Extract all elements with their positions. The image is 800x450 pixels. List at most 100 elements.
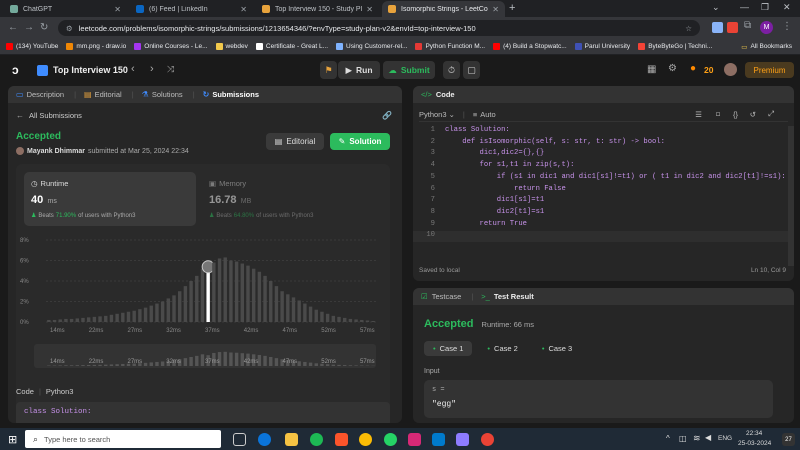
case-tab[interactable]: • Case 2	[478, 341, 526, 356]
notification-badge[interactable]: 27	[782, 433, 795, 446]
vscode-icon[interactable]	[432, 433, 445, 446]
bar[interactable]	[343, 317, 347, 322]
bar[interactable]	[297, 300, 301, 322]
bookmark-item[interactable]: webdev	[215, 43, 248, 50]
menu-kebab-icon[interactable]: ⋮	[782, 21, 792, 32]
bar[interactable]	[126, 311, 131, 322]
bar[interactable]	[69, 318, 74, 322]
bookmark-star-icon[interactable]: ☆	[685, 24, 692, 33]
bookmark-item[interactable]: Certificate - Great L...	[255, 43, 328, 50]
bar[interactable]	[325, 313, 330, 322]
bookmark-item[interactable]: (134) YouTube	[6, 43, 58, 50]
maximize-icon[interactable]: ❐	[761, 2, 769, 13]
reload-icon[interactable]: ↻	[40, 22, 48, 33]
browser-tab[interactable]: (6) Feed | LinkedIn ✕	[130, 1, 253, 17]
bar[interactable]	[223, 257, 227, 322]
bar[interactable]	[348, 318, 353, 322]
bar[interactable]	[331, 315, 336, 322]
bar[interactable]	[229, 260, 233, 323]
case-tab[interactable]: • Case 3	[533, 341, 581, 356]
bar[interactable]	[274, 286, 279, 322]
bookmark-item[interactable]: Using Customer-rel...	[336, 43, 407, 50]
site-info-icon[interactable]: ⚙	[66, 24, 73, 33]
bar[interactable]	[92, 316, 97, 322]
bar[interactable]	[104, 315, 108, 322]
browser-tab[interactable]: Isomorphic Strings - LeetCode ✕	[382, 1, 505, 17]
next-problem-icon[interactable]: ›	[150, 63, 154, 75]
solution-button[interactable]: ✎ Solution	[330, 133, 390, 150]
bar[interactable]	[286, 294, 290, 322]
bar[interactable]	[149, 305, 153, 322]
bar[interactable]	[98, 316, 102, 322]
leetcode-logo-icon[interactable]: ↄ	[12, 63, 24, 77]
share-link-icon[interactable]: 🔗	[382, 111, 392, 120]
submitter-avatar[interactable]	[16, 147, 24, 155]
bar[interactable]	[58, 319, 62, 322]
premium-button[interactable]: Premium	[745, 62, 794, 78]
bookmark-icon[interactable]: ⌑	[716, 110, 720, 119]
bar[interactable]	[308, 306, 313, 322]
network-icon[interactable]: ◫	[679, 434, 687, 443]
bookmark-item[interactable]: ByteByteGo | Techni...	[638, 43, 712, 50]
study-plan-title[interactable]: Top Interview 150	[53, 65, 128, 75]
case-tab[interactable]: • Case 1	[424, 341, 473, 356]
close-window-icon[interactable]: ✕	[783, 2, 791, 13]
bar[interactable]	[132, 310, 136, 322]
bar[interactable]	[337, 316, 341, 322]
bar[interactable]	[155, 303, 159, 322]
editor-scrollbar[interactable]	[788, 126, 794, 266]
bar[interactable]	[217, 258, 222, 322]
bar[interactable]	[314, 309, 318, 322]
url-input[interactable]: ⚙ leetcode.com/problems/isomorphic-strin…	[58, 20, 700, 36]
spotify-icon[interactable]	[310, 433, 323, 446]
close-tab-icon[interactable]: ✕	[114, 5, 121, 14]
bar[interactable]	[234, 261, 239, 322]
minimize-icon[interactable]: —	[740, 2, 749, 12]
system-tray-chevron-icon[interactable]: ^	[666, 434, 670, 443]
bar[interactable]	[354, 319, 358, 322]
bar[interactable]	[360, 319, 364, 322]
forward-icon[interactable]: →	[24, 22, 34, 33]
notes-icon[interactable]: ▢	[463, 61, 480, 79]
bar[interactable]	[195, 275, 199, 322]
arrow-left-icon[interactable]: ←	[16, 111, 24, 120]
taskbar-search-box[interactable]: ⌕ Type here to search	[25, 430, 221, 448]
profile-avatar[interactable]: M	[760, 21, 773, 34]
prev-problem-icon[interactable]: ‹	[131, 63, 135, 75]
run-button[interactable]: ▶ Run	[338, 61, 380, 79]
all-bookmarks-link[interactable]: All Bookmarks	[750, 43, 792, 50]
editorial-button[interactable]: ▤ Editorial	[266, 133, 324, 150]
bar[interactable]	[200, 268, 205, 322]
code-editor[interactable]: 1 class Solution: 2 def isIsomorphic(self,…	[413, 126, 794, 246]
dell-app-icon[interactable]	[258, 433, 271, 446]
volume-icon[interactable]: ◀	[705, 433, 711, 442]
settings-gear-icon[interactable]: ⚙	[668, 63, 677, 74]
clock-date[interactable]: 25-03-2024	[738, 440, 771, 447]
bookmark-item[interactable]: Python Function M...	[415, 43, 485, 50]
browser-tab[interactable]: Top Interview 150 - Study Plan -✕	[256, 1, 379, 17]
bar[interactable]	[263, 275, 267, 322]
bar[interactable]	[172, 295, 176, 322]
bar[interactable]	[189, 281, 193, 322]
bookmark-item[interactable]: (4) Build a Stopwatc...	[493, 43, 567, 50]
bar[interactable]	[109, 314, 114, 322]
user-avatar[interactable]	[724, 63, 737, 76]
bar[interactable]	[269, 281, 273, 322]
bar[interactable]	[115, 313, 119, 322]
shuffle-icon[interactable]: ⤨	[167, 64, 174, 75]
tab-submissions[interactable]: ↻ Submissions	[203, 90, 259, 99]
submit-button[interactable]: ☁ Submit	[383, 61, 435, 79]
input-language[interactable]: ENG	[718, 435, 732, 442]
brave-browser-icon[interactable]	[335, 433, 348, 446]
bar[interactable]	[52, 319, 57, 322]
file-explorer-icon[interactable]	[285, 433, 298, 446]
streak-count[interactable]: 20	[704, 65, 713, 75]
gmail-extension-icon[interactable]	[727, 22, 738, 33]
clock-time[interactable]: 22:34	[746, 430, 762, 437]
bar[interactable]	[166, 298, 171, 322]
layout-grid-icon[interactable]: ▦	[647, 64, 656, 75]
browser-tab[interactable]: ChatGPT ✕	[4, 1, 127, 17]
all-submissions-link[interactable]: All Submissions	[29, 111, 82, 120]
timer-icon[interactable]: ⏱	[443, 61, 460, 79]
language-select[interactable]: Python3 ⌄	[419, 110, 455, 119]
